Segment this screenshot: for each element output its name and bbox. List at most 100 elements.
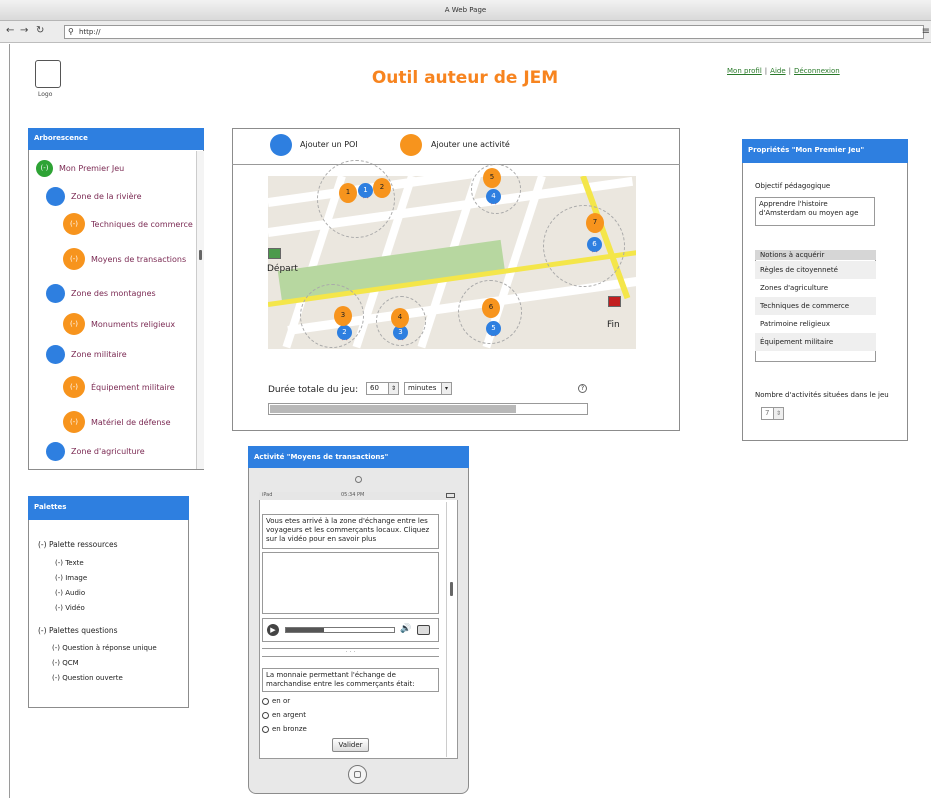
video-area[interactable] — [262, 552, 439, 614]
home-button-icon[interactable] — [348, 765, 367, 784]
help-icon[interactable]: ? — [578, 384, 587, 393]
answer-option[interactable]: en or — [262, 697, 290, 705]
palette-item-image[interactable]: (-) Image — [55, 574, 87, 582]
radio-icon[interactable] — [262, 711, 269, 719]
poi-marker[interactable]: 6 — [587, 237, 602, 252]
notion-row[interactable]: Zones d'agriculture — [755, 279, 876, 297]
add-poi-icon[interactable] — [270, 134, 292, 156]
tree-scroll-thumb[interactable] — [199, 250, 202, 260]
activity-icon[interactable]: (-) — [63, 376, 85, 398]
notion-row[interactable]: Équipement militaire — [755, 333, 876, 351]
activity-header: Activité "Moyens de transactions" — [248, 446, 469, 468]
tree-item-label: Zone de la rivière — [71, 192, 142, 201]
palette-item-text[interactable]: (-) Texte — [55, 559, 84, 567]
volume-icon[interactable]: 🔊 — [400, 624, 411, 634]
reload-icon[interactable]: ↻ — [36, 24, 44, 38]
duration-unit: minutes — [408, 384, 437, 392]
radio-icon[interactable] — [262, 697, 269, 705]
collapse-marker: (-) — [70, 220, 78, 228]
answer-option[interactable]: en argent — [262, 711, 306, 719]
activity-marker[interactable]: 1 — [339, 183, 357, 203]
zone-icon[interactable] — [46, 442, 65, 461]
tree-item[interactable]: Zone de la rivière — [46, 187, 142, 206]
video-progress[interactable] — [285, 627, 395, 633]
notions-header: Notions à acquérir — [755, 250, 876, 260]
chevron-down-icon[interactable]: ▾ — [441, 383, 451, 394]
tree-scrollbar[interactable] — [196, 151, 204, 469]
stepper-arrows-icon[interactable]: ⇕ — [388, 383, 398, 394]
tree-item[interactable]: Zone militaire — [46, 345, 127, 364]
activity-marker[interactable]: 4 — [391, 308, 409, 328]
poi-marker[interactable]: 5 — [486, 321, 501, 336]
window-title: A Web Page — [444, 6, 487, 14]
start-flag-icon[interactable] — [268, 248, 281, 259]
screen-scrollbar[interactable] — [446, 502, 456, 757]
start-label: Départ — [267, 264, 298, 274]
link-profile[interactable]: Mon profil — [727, 67, 762, 75]
submit-button[interactable]: Valider — [332, 738, 369, 752]
palette-item-single-answer[interactable]: (-) Question à réponse unique — [52, 644, 157, 652]
palette-resources-group[interactable]: (-) Palette ressources — [38, 540, 118, 549]
duration-stepper[interactable]: 60 ⇕ — [366, 382, 399, 395]
collapse-marker: (-) — [70, 320, 78, 328]
address-bar[interactable]: ⚲ http:// — [64, 25, 924, 39]
stepper-arrows-icon[interactable]: ⇕ — [773, 408, 783, 419]
poi-marker[interactable]: 1 — [358, 183, 373, 198]
duration-progress-bar — [268, 403, 588, 415]
link-logout[interactable]: Déconnexion — [794, 67, 840, 75]
notion-row[interactable]: Règles de citoyenneté — [755, 261, 876, 279]
activity-marker[interactable]: 5 — [483, 168, 501, 188]
fullscreen-icon[interactable] — [417, 625, 430, 635]
forward-arrow-icon[interactable]: → — [20, 24, 28, 38]
palette-item-qcm[interactable]: (-) QCM — [52, 659, 79, 667]
screen-scroll-thumb[interactable] — [450, 582, 453, 596]
answer-option-label: en argent — [272, 711, 306, 719]
zone-icon[interactable] — [46, 284, 65, 303]
palette-item-open-question[interactable]: (-) Question ouverte — [52, 674, 123, 682]
notion-row[interactable]: Techniques de commerce — [755, 297, 876, 315]
palette-item-video[interactable]: (-) Vidéo — [55, 604, 85, 612]
tree-item[interactable]: (-) Matériel de défense — [63, 411, 171, 433]
objective-field[interactable]: Apprendre l'histoire d'Amsterdam ou moye… — [755, 197, 875, 226]
back-arrow-icon[interactable]: ← — [6, 24, 14, 38]
activity-icon[interactable]: (-) — [63, 248, 85, 270]
tree-item[interactable]: (-) Techniques de commerce — [63, 213, 193, 235]
activity-icon[interactable]: (-) — [63, 213, 85, 235]
end-flag-icon[interactable] — [608, 296, 621, 307]
notion-row[interactable]: Patrimoine religieux — [755, 315, 876, 333]
zone-icon[interactable] — [46, 345, 65, 364]
palette-questions-group[interactable]: (-) Palettes questions — [38, 626, 118, 635]
add-activity-label[interactable]: Ajouter une activité — [431, 140, 510, 149]
duration-label: Durée totale du jeu: — [268, 385, 359, 395]
tree-item[interactable]: Zone d'agriculture — [46, 442, 145, 461]
link-help[interactable]: Aide — [770, 67, 785, 75]
tree-item[interactable]: (-) Mon Premier Jeu — [36, 160, 124, 177]
game-icon[interactable]: (-) — [36, 160, 53, 177]
activity-icon[interactable]: (-) — [63, 313, 85, 335]
poi-radius-circle — [543, 205, 625, 287]
activity-marker[interactable]: 7 — [586, 213, 604, 233]
tree-item[interactable]: (-) Équipement militaire — [63, 376, 175, 398]
palettes-header: Palettes — [28, 496, 189, 520]
activity-marker[interactable]: 6 — [482, 298, 500, 318]
url-text: http:// — [79, 28, 101, 36]
tree-item[interactable]: (-) Monuments religieux — [63, 313, 175, 335]
radio-icon[interactable] — [262, 725, 269, 733]
tree-item[interactable]: (-) Moyens de transactions — [63, 248, 186, 270]
palette-item-audio[interactable]: (-) Audio — [55, 589, 85, 597]
activities-count-stepper[interactable]: 7 ⇕ — [761, 407, 784, 420]
poi-marker[interactable]: 4 — [486, 189, 501, 204]
duration-unit-select[interactable]: minutes ▾ — [404, 382, 452, 395]
tree-item[interactable]: Zone des montagnes — [46, 284, 156, 303]
add-poi-label[interactable]: Ajouter un POI — [300, 140, 358, 149]
zone-icon[interactable] — [46, 187, 65, 206]
menu-icon[interactable]: ≡ — [922, 26, 930, 37]
activity-marker[interactable]: 2 — [373, 178, 391, 198]
play-icon[interactable]: ▶ — [267, 624, 279, 636]
poi-marker[interactable]: 2 — [337, 325, 352, 340]
add-activity-icon[interactable] — [400, 134, 422, 156]
answer-option[interactable]: en bronze — [262, 725, 307, 733]
activity-marker[interactable]: 3 — [334, 306, 352, 326]
collapse-marker: (-) — [70, 418, 78, 426]
activity-icon[interactable]: (-) — [63, 411, 85, 433]
